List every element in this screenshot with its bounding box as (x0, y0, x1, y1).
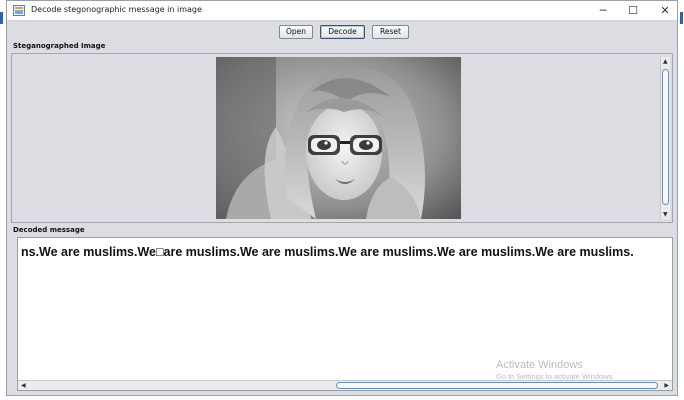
vertical-scroll-thumb[interactable] (662, 69, 669, 205)
decode-button[interactable]: Decode (320, 25, 365, 39)
portrait-photo (216, 57, 461, 219)
window-title: Decode stegonographic message in image (31, 5, 202, 14)
java-app-icon (13, 5, 25, 16)
decoded-message-text[interactable]: ns.We are muslims.We□are muslims.We are … (21, 245, 667, 259)
image-scroll-pane[interactable]: ▲ ▼ (11, 53, 673, 223)
image-vertical-scrollbar[interactable]: ▲ ▼ (660, 57, 670, 219)
decoded-message-label: Decoded message (13, 226, 85, 234)
desktop-edge-right (680, 12, 683, 24)
scroll-up-arrow-icon[interactable]: ▲ (663, 58, 668, 65)
activate-windows-watermark: Activate Windows Go to Settings to activ… (496, 359, 614, 381)
maximize-button[interactable]: ☐ (623, 3, 643, 19)
horizontal-scroll-thumb[interactable] (336, 382, 658, 389)
desktop-edge-left (0, 12, 3, 24)
watermark-subtitle: Go to Settings to activate Windows. (496, 372, 615, 381)
scroll-right-arrow-icon[interactable]: ▶ (664, 382, 669, 389)
title-bar[interactable]: Decode stegonographic message in image ─… (7, 1, 677, 21)
open-button[interactable]: Open (279, 25, 313, 39)
scroll-down-arrow-icon[interactable]: ▼ (663, 211, 668, 218)
reset-button[interactable]: Reset (372, 25, 409, 39)
minimize-button[interactable]: ─ (593, 3, 613, 19)
message-horizontal-scrollbar[interactable]: ◀ ▶ (18, 380, 672, 390)
decode-window: Decode stegonographic message in image ─… (6, 0, 678, 396)
steganographed-image-label: Steganographed Image (13, 42, 106, 50)
scroll-left-arrow-icon[interactable]: ◀ (21, 382, 26, 389)
close-button[interactable]: ✕ (655, 3, 675, 19)
watermark-title: Activate Windows (496, 359, 583, 371)
